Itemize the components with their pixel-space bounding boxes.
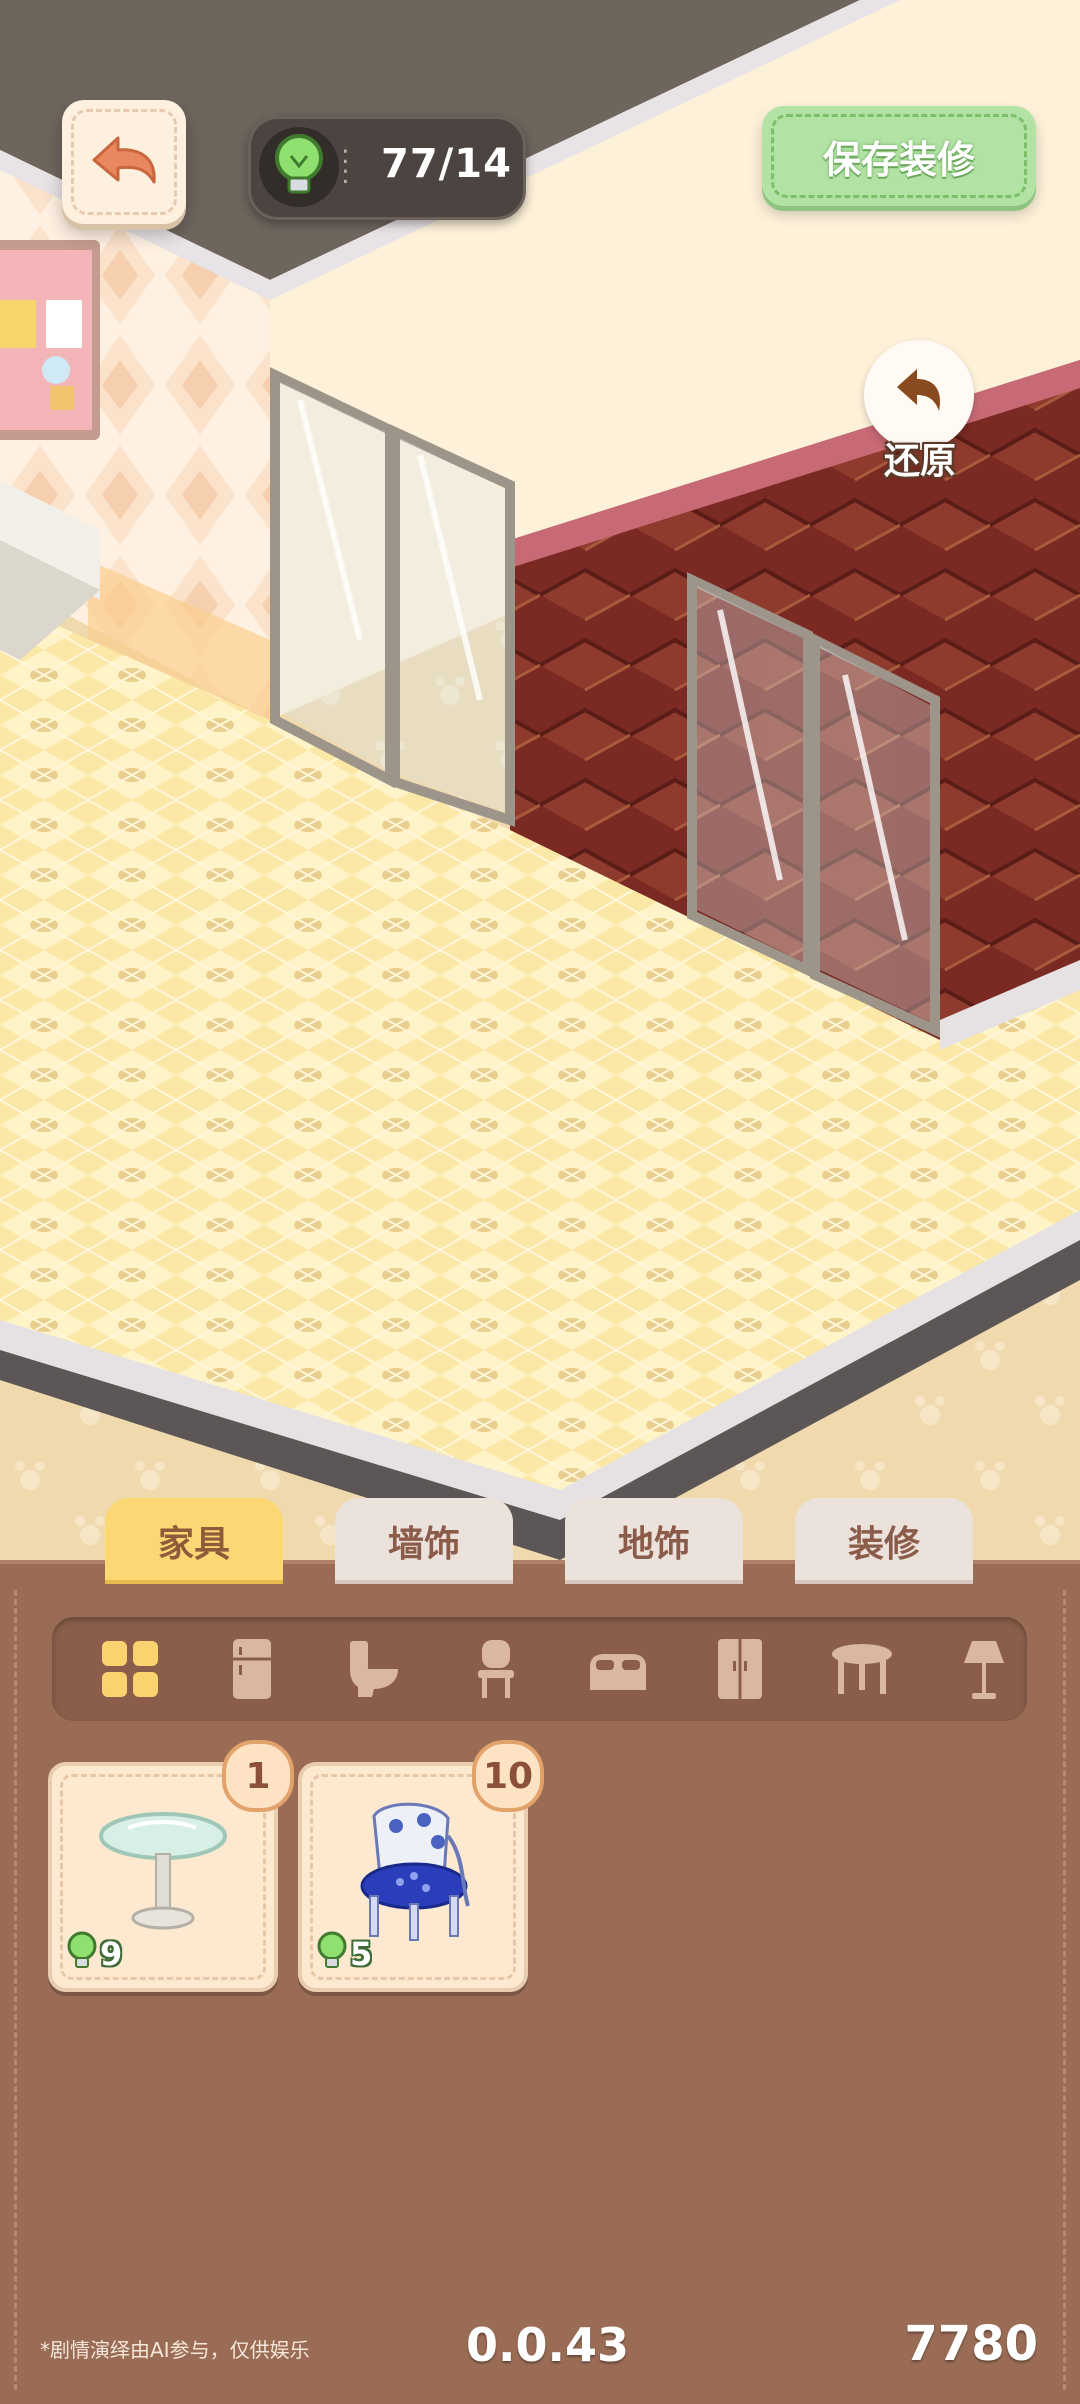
bulb-icon	[269, 132, 329, 202]
tab-floor-decor[interactable]: 地饰	[565, 1498, 743, 1584]
save-label: 保存装修	[771, 114, 1027, 198]
energy-counter: :: 77/14	[248, 116, 526, 220]
panel-stitch-left	[14, 1590, 17, 2390]
floral-chair-icon	[344, 1796, 484, 1950]
item-card-blue-chair[interactable]: 10 5	[298, 1740, 544, 1992]
tab-wall-decor[interactable]: 墙饰	[335, 1498, 513, 1584]
glass-table-icon	[88, 1798, 238, 1942]
back-button[interactable]	[62, 100, 186, 224]
bed-icon[interactable]	[578, 1629, 658, 1709]
lamp-icon[interactable]	[944, 1629, 1024, 1709]
toilet-icon[interactable]	[334, 1629, 414, 1709]
chair-icon[interactable]	[456, 1629, 536, 1709]
tab-furniture[interactable]: 家具	[105, 1498, 283, 1584]
item-cost-value: 9	[100, 1935, 123, 1973]
tab-renovation[interactable]: 装修	[795, 1498, 973, 1584]
fridge-icon[interactable]	[212, 1629, 292, 1709]
wardrobe-icon[interactable]	[700, 1629, 780, 1709]
item-cost: 9	[64, 1930, 122, 1978]
version-number: 0.0.43	[466, 2318, 629, 2372]
score-value: 7780	[904, 2316, 1038, 2372]
table-icon[interactable]	[822, 1629, 902, 1709]
item-card-glass-table[interactable]: 1 9	[48, 1740, 294, 1992]
item-cost: 5	[314, 1930, 372, 1978]
save-decoration-button[interactable]: 保存装修	[762, 106, 1036, 206]
undo-icon	[889, 365, 949, 425]
energy-value: 77/14	[381, 141, 512, 187]
category-tabs: 家具 墙饰 地饰 装修	[0, 1498, 1080, 1584]
back-arrow-icon	[84, 130, 164, 194]
bulb-icon	[314, 1930, 350, 1978]
panel-stitch-right	[1063, 1590, 1066, 2390]
subcategory-bar	[52, 1617, 1027, 1721]
all-icon[interactable]	[90, 1629, 170, 1709]
separator-dots: ::	[341, 140, 350, 190]
ai-disclaimer: *剧情演绎由AI参与，仅供娱乐	[40, 2338, 310, 2362]
restore-label[interactable]: 还原	[850, 432, 990, 484]
bulb-icon	[64, 1930, 100, 1978]
item-cost-value: 5	[350, 1935, 373, 1973]
room-scene	[0, 0, 1080, 1600]
